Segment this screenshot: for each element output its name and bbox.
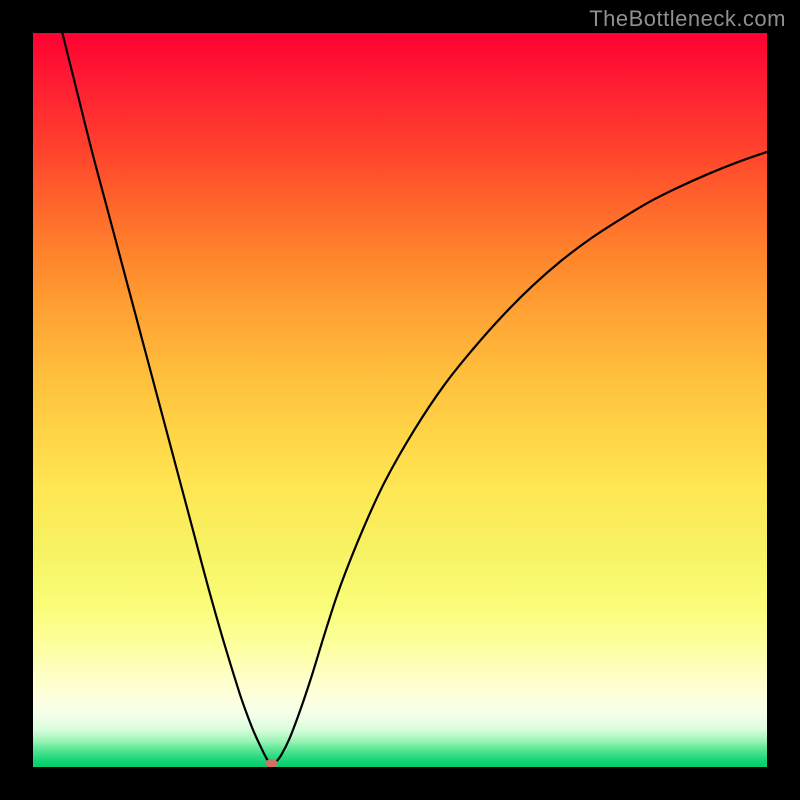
curve-right-branch <box>272 152 767 765</box>
curve-left-branch <box>62 33 271 765</box>
curve-layer <box>33 33 767 767</box>
watermark-text: TheBottleneck.com <box>589 6 786 32</box>
chart-frame: TheBottleneck.com <box>0 0 800 800</box>
plot-area <box>33 33 767 767</box>
